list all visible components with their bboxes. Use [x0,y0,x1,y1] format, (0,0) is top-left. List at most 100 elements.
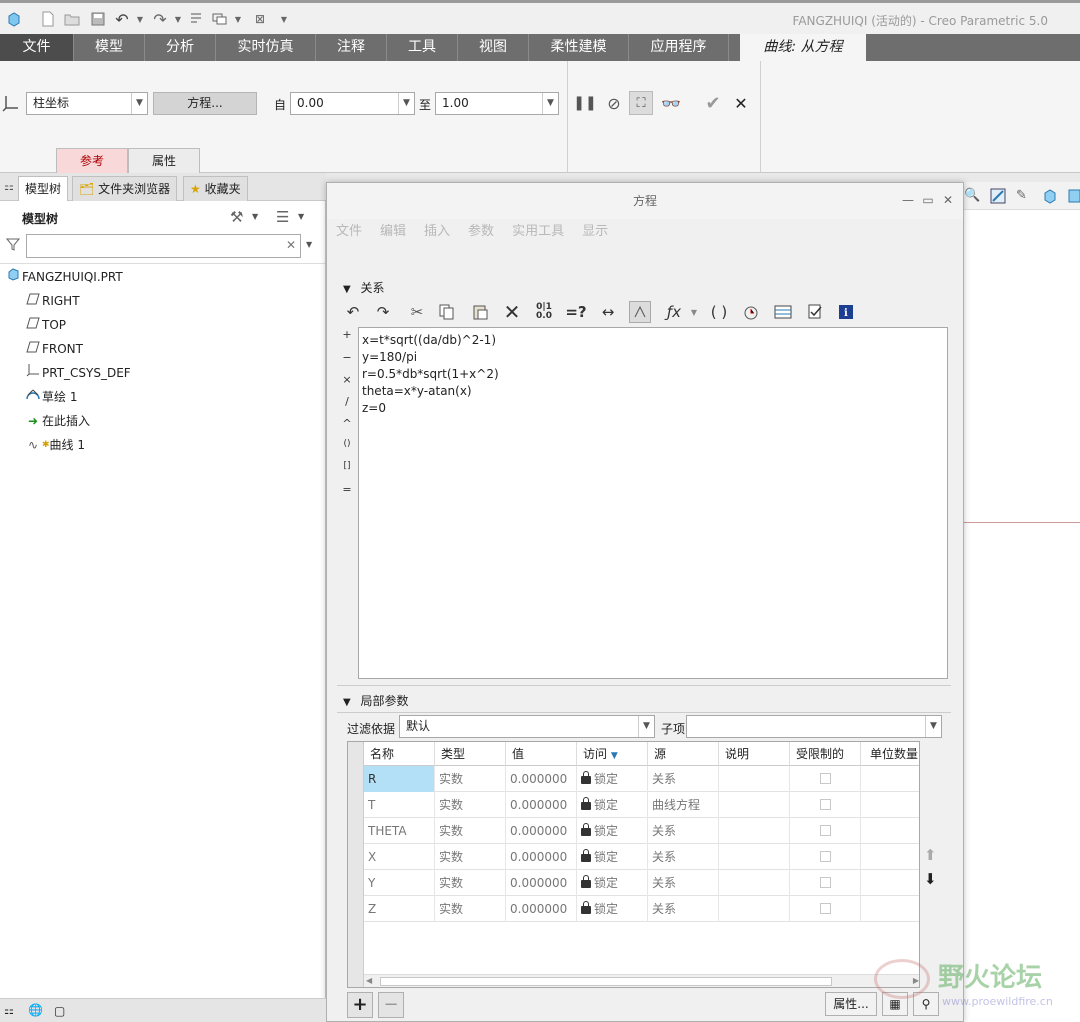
undo-icon[interactable]: ↶ [342,301,364,323]
add-parameter-button[interactable]: + [347,992,373,1018]
remove-parameter-button[interactable]: − [378,992,404,1018]
sort-relations-icon[interactable] [629,301,651,323]
tree-item-top[interactable]: TOP [24,314,66,336]
table-row[interactable]: Z 实数 0.000000 锁定 关系 [364,896,919,922]
new-file-icon[interactable] [38,9,58,29]
repaint-icon[interactable]: ✎ [1016,188,1027,203]
menu-insert[interactable]: 插入 [415,219,459,245]
unit-sensitive-icon[interactable] [740,301,762,323]
close-icon[interactable]: ✕ [941,193,955,207]
horizontal-scrollbar[interactable]: ◀ ▶ [364,974,919,987]
tree-item-curve[interactable]: ∿ ✱曲线 1 [24,434,85,456]
save-icon[interactable] [88,9,108,29]
tree-item-part[interactable]: FANGZHUIQI.PRT [4,266,123,288]
tree-search-input[interactable]: ✕ [26,234,301,258]
tree-item-insert-here[interactable]: ➜ 在此插入 [24,410,90,432]
confirm-check-icon[interactable]: ✔ [701,91,725,115]
full-screen-icon[interactable]: ▢ [54,1004,65,1018]
dimension-icon[interactable]: ↔ [597,301,619,323]
tab-curve-from-equation[interactable]: 曲线: 从方程 [740,34,866,61]
equation-line[interactable]: theta=x*y-atan(x) [362,383,944,400]
verify-relations-icon[interactable]: =? [565,301,587,323]
menu-edit[interactable]: 编辑 [371,219,415,245]
clear-icon[interactable]: ✕ [286,238,296,252]
menu-file[interactable]: 文件 [327,219,371,245]
tree-item-csys[interactable]: PRT_CSYS_DEF [24,362,131,384]
cut-icon[interactable]: ✂ [406,301,428,323]
subitem-select[interactable]: ▼ [686,715,942,738]
tab-applications[interactable]: 应用程序 [629,34,729,61]
menu-utilities[interactable]: 实用工具 [503,219,573,245]
local-params-section-header[interactable]: ▼ 局部参数 [343,692,409,709]
restricted-checkbox[interactable] [820,877,831,888]
redo-icon[interactable]: ↷ [150,9,170,29]
equation-line[interactable]: y=180/pi [362,349,944,366]
windows-icon[interactable] [210,9,230,29]
refit-icon[interactable] [990,188,1006,207]
zoom-icon[interactable]: 🔍 [964,188,980,203]
move-down-icon[interactable]: ⬇ [924,870,937,888]
tab-annotate[interactable]: 注释 [316,34,387,61]
glasses-icon[interactable]: 👓 [659,91,683,115]
restricted-checkbox[interactable] [820,799,831,810]
column-header-access[interactable]: 访问 ▼ [577,742,648,766]
coordinate-type-select[interactable]: 柱坐标 ▼ [26,92,148,115]
function-icon[interactable]: ƒx [663,301,685,323]
preview-icon[interactable]: ⛶ [629,91,653,115]
equation-line[interactable]: z=0 [362,400,944,417]
column-header-source[interactable]: 源 [648,742,719,766]
chevron-down-icon[interactable]: ▼ [306,240,312,249]
tab-analysis[interactable]: 分析 [145,34,216,61]
move-up-icon[interactable]: ⬆ [924,846,937,864]
tree-item-sketch[interactable]: 草绘 1 [24,386,77,408]
tab-live-simulation[interactable]: 实时仿真 [216,34,316,61]
brackets-icon[interactable]: ( ) [708,301,730,323]
column-header-unit-quantity[interactable]: 单位数量 [861,742,919,766]
tab-model-tree[interactable]: 模型树 [18,176,69,201]
checklist-icon[interactable] [804,301,826,323]
open-folder-icon[interactable] [62,9,82,29]
subtab-references[interactable]: 参考 [56,148,128,173]
table-row[interactable]: Y 实数 0.000000 锁定 关系 [364,870,919,896]
column-header-description[interactable]: 说明 [719,742,790,766]
equation-line[interactable]: x=t*sqrt((da/db)^2-1) [362,332,944,349]
windows-dropdown-icon[interactable]: ▼ [228,9,248,29]
restricted-checkbox[interactable] [820,825,831,836]
delete-icon[interactable]: ✕ [501,300,523,324]
toggle-navigator-icon[interactable]: ⚏ [4,1004,14,1017]
maximize-icon[interactable]: ▭ [921,193,935,207]
operator-multiply-button[interactable]: × [340,373,354,386]
tab-folder-browser[interactable]: 🗂 文件夹浏览器 [72,176,178,201]
evaluate-icon[interactable]: 0|1 0.0 [533,301,555,323]
relations-section-header[interactable]: ▼ 关系 [343,279,385,296]
regenerate-icon[interactable] [186,9,206,29]
app-cube-icon[interactable] [4,9,24,29]
info-icon[interactable]: i [835,301,857,323]
operator-divide-button[interactable]: / [340,395,354,408]
restricted-checkbox[interactable] [820,851,831,862]
tree-item-front[interactable]: FRONT [24,338,83,360]
table-row[interactable]: X 实数 0.000000 锁定 关系 [364,844,919,870]
customize-toolbar-icon[interactable]: ▼ [274,9,294,29]
tab-file[interactable]: 文件 [0,34,74,61]
cell-name[interactable]: X [364,844,435,870]
chevron-down-icon[interactable]: ▼ [683,301,705,323]
tab-flexible-modeling[interactable]: 柔性建模 [529,34,629,61]
operator-brackets-button[interactable]: [] [340,461,354,471]
table-row[interactable]: R 实数 0.000000 锁定 关系 [364,766,919,792]
tab-model[interactable]: 模型 [74,34,145,61]
show-list-icon[interactable]: ☰ [276,208,289,226]
local-parameters-icon[interactable] [772,301,794,323]
table-row[interactable]: T 实数 0.000000 锁定 曲线方程 [364,792,919,818]
cell-name[interactable]: THETA [364,818,435,844]
subtab-properties[interactable]: 属性 [128,148,200,173]
copy-icon[interactable] [436,301,458,323]
undo-dropdown-icon[interactable]: ▼ [130,9,150,29]
relations-editor[interactable]: x=t*sqrt((da/db)^2-1) y=180/pi r=0.5*db*… [358,327,948,679]
browser-icon[interactable]: 🌐 [28,1003,43,1017]
scroll-left-icon[interactable]: ◀ [366,976,372,985]
settings-tools-icon[interactable]: ⚒ [230,208,243,226]
saved-orientations-icon[interactable] [1068,188,1080,207]
close-window-icon[interactable]: ⊠ [250,9,270,29]
operator-equals-button[interactable]: = [340,483,354,496]
